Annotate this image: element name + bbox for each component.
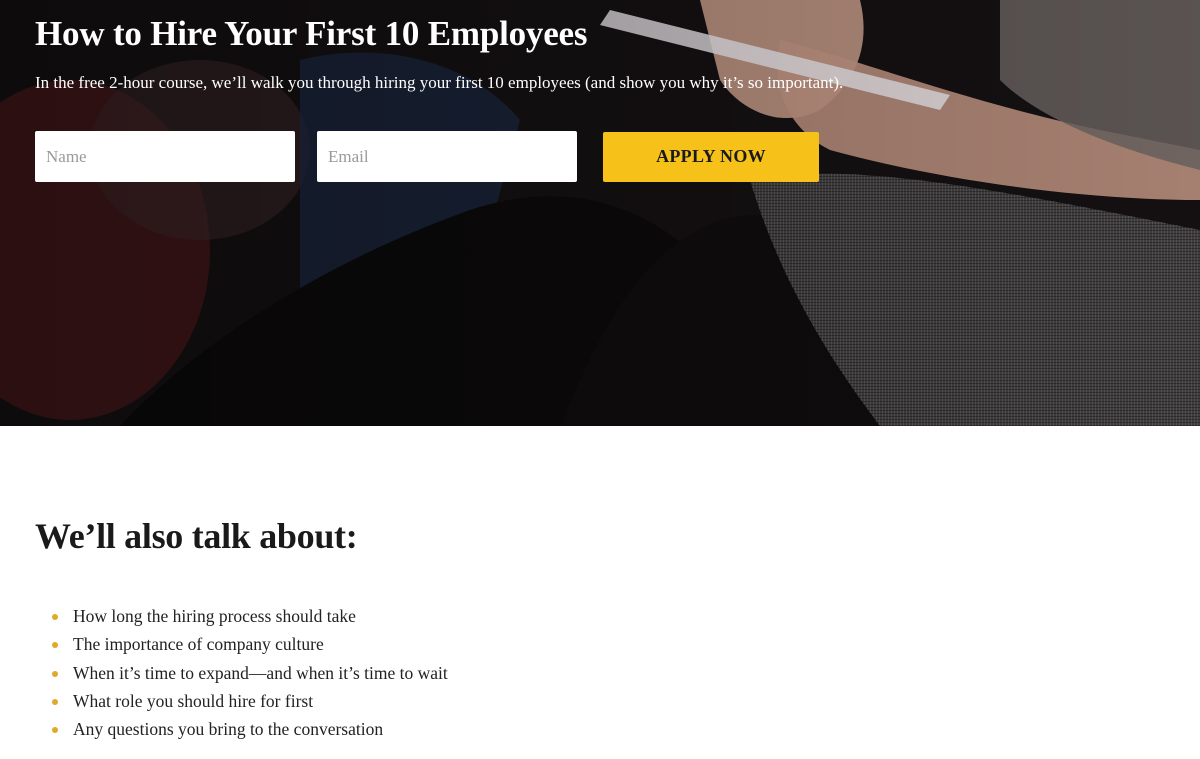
list-item: What role you should hire for first — [52, 687, 1200, 715]
list-item-text: When it’s time to expand—and when it’s t… — [73, 662, 448, 683]
name-field[interactable] — [35, 131, 295, 182]
bullet-icon — [52, 642, 58, 649]
hero-subtitle: In the free 2-hour course, we’ll walk yo… — [35, 73, 844, 92]
topics-list: How long the hiring process should take … — [35, 602, 1200, 743]
list-item-text: How long the hiring process should take — [73, 606, 356, 626]
bullet-icon — [52, 670, 58, 677]
hero-content: How to Hire Your First 10 Employees In t… — [0, 0, 1200, 94]
list-item: When it’s time to expand—and when it’s t… — [52, 659, 1200, 687]
topics-heading: We’ll also talk about: — [35, 516, 358, 556]
list-item: How long the hiring process should take — [52, 602, 1200, 630]
bullet-icon — [52, 614, 58, 620]
list-item-text: Any questions you bring to the conversat… — [73, 719, 384, 740]
hero-section: How to Hire Your First 10 Employees In t… — [0, 0, 1200, 426]
bullet-icon — [52, 698, 58, 705]
list-item: Any questions you bring to the conversat… — [52, 715, 1200, 743]
email-field[interactable] — [317, 131, 577, 182]
list-item-text: What role you should hire for first — [73, 690, 314, 711]
signup-form: APPLY NOW — [35, 131, 819, 182]
bullet-icon — [52, 727, 58, 734]
apply-now-button[interactable]: APPLY NOW — [603, 131, 819, 182]
list-item-text: The importance of company culture — [73, 634, 324, 655]
page-title: How to Hire Your First 10 Employees — [35, 14, 588, 53]
list-item: The importance of company culture — [52, 630, 1200, 658]
topics-section: We’ll also talk about: How long the hiri… — [0, 514, 1200, 743]
